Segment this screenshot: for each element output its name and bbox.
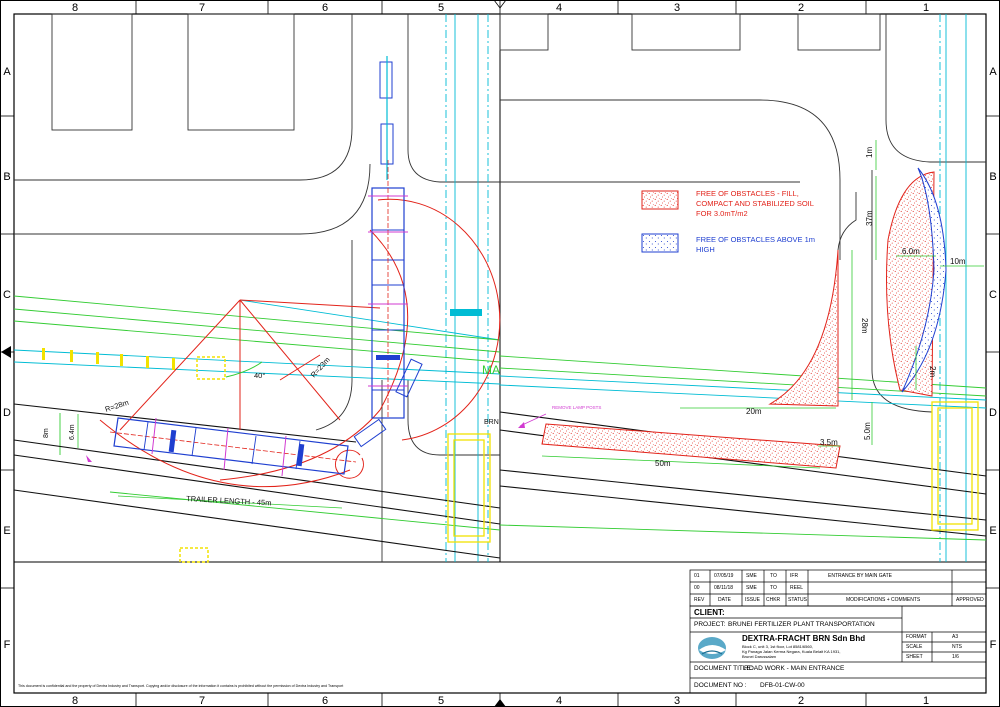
company-name: DEXTRA-FRACHT BRN Sdn Bhd (742, 634, 866, 643)
legend-above-text: HIGH (696, 245, 715, 254)
col-label: 1 (923, 695, 929, 707)
scale-label: SCALE (906, 644, 923, 650)
comment-cell: ENTRANCE BY MAIN GATE (828, 573, 892, 579)
status-cell: REEL (790, 585, 804, 591)
road-marking (172, 358, 175, 370)
format-label: FORMAT (906, 634, 927, 640)
legend-fill-swatch (641, 190, 679, 210)
legend-fill-text: FOR 3.0mT/m2 (696, 209, 748, 218)
legend-fill-text: FREE OF OBSTACLES - FILL, (696, 189, 799, 198)
dim-label: 3.5m (820, 438, 838, 447)
col-label: 1 (923, 2, 929, 14)
road-marking (70, 350, 73, 362)
doc-title-value: ROAD WORK - MAIN ENTRANCE (744, 665, 845, 672)
width-label: 8m (43, 428, 50, 438)
chkr-cell: TO (770, 585, 777, 591)
legend-above-text: FREE OF OBSTACLES ABOVE 1m (696, 235, 815, 244)
col-label: 3 (674, 2, 680, 14)
rev-cell: 01 (694, 573, 700, 579)
col-label: 7 (199, 695, 205, 707)
angle-label: 40° (254, 371, 265, 380)
date-header: DATE (718, 597, 731, 603)
date-cell: 07/05/19 (714, 573, 734, 579)
row-label: B (3, 171, 10, 183)
utility-box (450, 309, 482, 316)
issue-header: ISSUE (745, 597, 761, 603)
row-label: E (989, 525, 996, 537)
row-label: C (989, 289, 997, 301)
row-label: F (4, 639, 11, 651)
sheet-value: 1/6 (952, 654, 959, 660)
format-value: A3 (952, 634, 959, 640)
road-marking (96, 352, 99, 364)
status-header: STATUS (788, 597, 807, 603)
status-cell: IFR (790, 573, 799, 579)
dim-label: 6.0m (902, 247, 920, 256)
project-value: BRUNEI FERTILIZER PLANT TRANSPORTATION (728, 621, 875, 628)
legend-fill-text: COMPACT AND STABILIZED SOIL (696, 199, 814, 208)
col-label: 2 (798, 695, 804, 707)
issue-cell: SME (746, 573, 757, 579)
row-label: A (3, 66, 11, 78)
sheet-label: SHEET (906, 654, 923, 660)
col-label: 4 (556, 2, 562, 14)
col-label: 8 (72, 2, 78, 14)
col-label: 5 (438, 2, 444, 14)
dim-label: 37m (865, 210, 874, 226)
row-label: C (3, 289, 11, 301)
scale-value: NTS (952, 644, 962, 650)
doc-no-label: DOCUMENT NO : (694, 682, 747, 689)
confidential-note: This document is confidential and the pr… (18, 684, 344, 688)
road-marking (120, 354, 123, 366)
row-label: A (989, 66, 997, 78)
remove-lamp-label: REMOVE LAMP POSTS (552, 405, 601, 410)
dim-label: 50m (655, 459, 671, 468)
mods-header: MODIFICATIONS + COMMENTS (846, 597, 921, 603)
project-label: PROJECT: (694, 621, 726, 628)
col-label: 4 (556, 695, 562, 707)
company-address: Brunei Darussalam (742, 654, 777, 659)
col-label: 6 (322, 2, 328, 14)
company-logo (698, 637, 726, 659)
issue-cell: SME (746, 585, 757, 591)
row-label: D (3, 407, 11, 419)
row-label: D (989, 407, 997, 419)
col-label: 6 (322, 695, 328, 707)
dim-label: 5.0m (863, 422, 872, 440)
client-label: CLIENT: (694, 608, 725, 617)
ma-label: MA (482, 363, 500, 377)
date-cell: 08/11/18 (714, 585, 734, 591)
dim-label: 28m (860, 318, 869, 334)
legend-above-swatch (641, 233, 679, 253)
doc-no-value: DFB-01-CW-00 (760, 682, 805, 689)
dim-label: 10m (950, 257, 966, 266)
col-label: 8 (72, 695, 78, 707)
chkr-header: CHKR (766, 597, 781, 603)
rev-header: REV (694, 597, 705, 603)
row-label: B (989, 171, 996, 183)
dim-label: 2m (928, 366, 937, 377)
brn-label: BRN (484, 419, 499, 426)
col-label: 3 (674, 695, 680, 707)
row-label: E (3, 525, 10, 537)
road-marking (146, 356, 149, 368)
dim-label: 1m (865, 147, 874, 158)
rev-cell: 00 (694, 585, 700, 591)
col-label: 5 (438, 695, 444, 707)
row-label: F (990, 639, 997, 651)
width-label: 6.4m (69, 424, 76, 440)
approved-header: APPROVED (956, 597, 984, 603)
chkr-cell: TO (770, 573, 777, 579)
col-label: 7 (199, 2, 205, 14)
dim-label: 20m (746, 407, 762, 416)
col-label: 2 (798, 2, 804, 14)
road-marking (42, 348, 45, 360)
